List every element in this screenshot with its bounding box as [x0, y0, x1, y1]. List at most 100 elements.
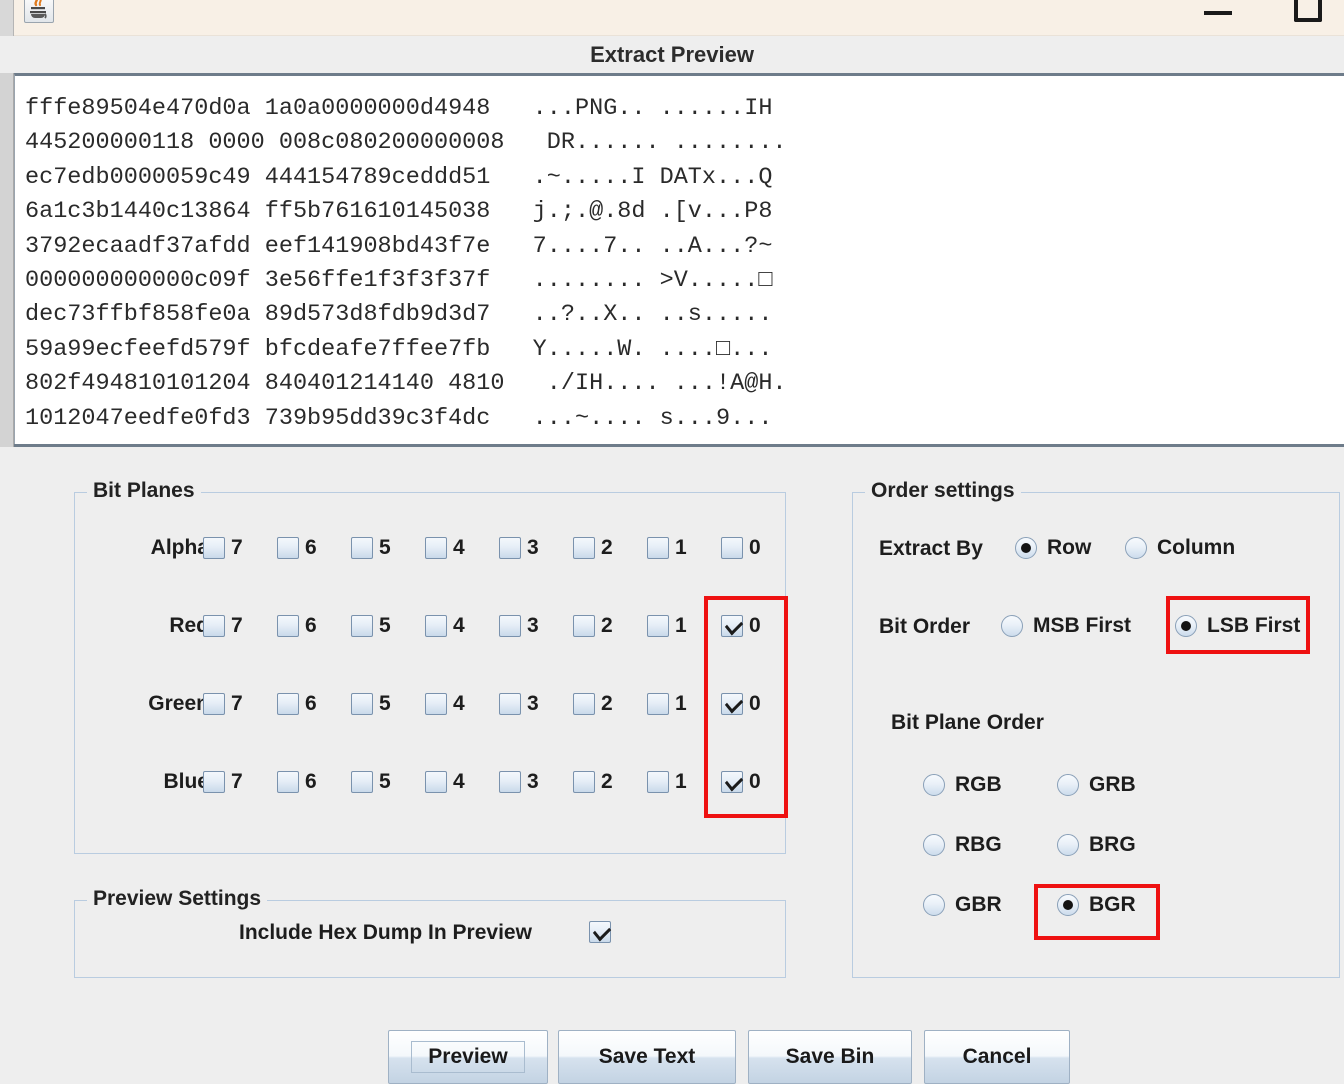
bit-number-label: 2 — [601, 614, 613, 637]
hex-preview-bottom-edge — [14, 444, 1344, 447]
cancel-button[interactable]: Cancel — [924, 1030, 1070, 1084]
bit-number-label: 5 — [379, 536, 391, 559]
bit-plane-cell-red-1: 1 — [647, 609, 721, 643]
checkbox-red-bit-2[interactable] — [573, 615, 595, 637]
bit-plane-cell-alpha-5: 5 — [351, 531, 425, 565]
checkbox-green-bit-6[interactable] — [277, 693, 299, 715]
radio-icon[interactable] — [1015, 537, 1037, 559]
checkbox-blue-bit-2[interactable] — [573, 771, 595, 793]
bit-number-label: 4 — [453, 614, 465, 637]
bit-plane-cell-red-0: 0 — [721, 609, 795, 643]
checkbox-red-bit-5[interactable] — [351, 615, 373, 637]
radio-icon[interactable] — [1175, 615, 1197, 637]
bit-plane-cell-green-7: 7 — [203, 687, 277, 721]
checkbox-blue-bit-0[interactable] — [721, 771, 743, 793]
radio-icon[interactable] — [1057, 894, 1079, 916]
bit-number-label: 7 — [231, 536, 243, 559]
checkbox-red-bit-7[interactable] — [203, 615, 225, 637]
radio-icon[interactable] — [923, 774, 945, 796]
checkbox-blue-bit-3[interactable] — [499, 771, 521, 793]
checkbox-alpha-bit-1[interactable] — [647, 537, 669, 559]
checkbox-green-bit-7[interactable] — [203, 693, 225, 715]
bit-plane-channel-label: Green — [148, 692, 209, 715]
checkbox-alpha-bit-3[interactable] — [499, 537, 521, 559]
include-hex-dump-checkbox[interactable] — [589, 921, 611, 943]
hex-line: 000000000000c09f 3e56ffe1f3f3f37f ......… — [25, 267, 773, 295]
checkbox-green-bit-3[interactable] — [499, 693, 521, 715]
radio-label: LSB First — [1207, 614, 1301, 637]
bit-order-label: Bit Order — [879, 615, 971, 638]
hex-line: 1012047eedfe0fd3 739b95dd39c3f4dc ...~..… — [25, 404, 773, 432]
radio-icon[interactable] — [923, 894, 945, 916]
bit-plane-channel-label: Blue — [163, 770, 209, 793]
checkbox-alpha-bit-4[interactable] — [425, 537, 447, 559]
radio-icon[interactable] — [1057, 834, 1079, 856]
checkbox-green-bit-5[interactable] — [351, 693, 373, 715]
bit-number-label: 4 — [453, 770, 465, 793]
checkbox-blue-bit-4[interactable] — [425, 771, 447, 793]
bit-number-label: 3 — [527, 770, 539, 793]
bit-plane-cell-green-2: 2 — [573, 687, 647, 721]
bit-number-label: 6 — [305, 770, 317, 793]
bit-number-label: 3 — [527, 614, 539, 637]
save-text-button[interactable]: Save Text — [558, 1030, 736, 1084]
extract-by-label: Extract By — [879, 537, 983, 560]
bit-plane-cell-alpha-3: 3 — [499, 531, 573, 565]
checkbox-blue-bit-5[interactable] — [351, 771, 373, 793]
radio-label: Row — [1047, 536, 1092, 559]
minimize-button[interactable] — [1198, 2, 1238, 24]
bit-plane-row-blue: Blue 7 6 5 4 3 2 1 0 — [75, 765, 787, 799]
checkbox-blue-bit-7[interactable] — [203, 771, 225, 793]
bit-plane-cell-blue-0: 0 — [721, 765, 795, 799]
bit-plane-cell-blue-4: 4 — [425, 765, 499, 799]
checkbox-red-bit-6[interactable] — [277, 615, 299, 637]
checkbox-green-bit-0[interactable] — [721, 693, 743, 715]
bit-number-label: 3 — [527, 536, 539, 559]
checkbox-alpha-bit-2[interactable] — [573, 537, 595, 559]
checkbox-red-bit-4[interactable] — [425, 615, 447, 637]
checkbox-blue-bit-6[interactable] — [277, 771, 299, 793]
checkbox-red-bit-1[interactable] — [647, 615, 669, 637]
checkbox-blue-bit-1[interactable] — [647, 771, 669, 793]
window-titlebar — [0, 0, 1344, 36]
bit-number-label: 1 — [675, 614, 687, 637]
radio-icon[interactable] — [1001, 615, 1023, 637]
hex-preview-left-gutter — [0, 73, 14, 447]
hex-line: 445200000118 0000 008c080200000008 DR...… — [25, 129, 787, 157]
radio-label: Column — [1157, 536, 1236, 559]
hex-line: dec73ffbf858fe0a 89d573d8fdb9d3d7 ..?..X… — [25, 301, 773, 329]
bit-number-label: 1 — [675, 536, 687, 559]
bit-number-label: 7 — [231, 692, 243, 715]
radio-icon[interactable] — [1125, 537, 1147, 559]
java-coffee-cup-icon — [24, 0, 54, 23]
hex-preview-textarea[interactable]: fffe89504e470d0a 1a0a0000000d4948 ...PNG… — [14, 73, 1344, 447]
bit-plane-cell-green-3: 3 — [499, 687, 573, 721]
bit-plane-cell-red-2: 2 — [573, 609, 647, 643]
checkbox-red-bit-3[interactable] — [499, 615, 521, 637]
bit-number-label: 5 — [379, 770, 391, 793]
bit-number-label: 2 — [601, 692, 613, 715]
checkbox-red-bit-0[interactable] — [721, 615, 743, 637]
checkbox-alpha-bit-5[interactable] — [351, 537, 373, 559]
checkbox-green-bit-4[interactable] — [425, 693, 447, 715]
bit-plane-cell-green-0: 0 — [721, 687, 795, 721]
bit-plane-cell-red-4: 4 — [425, 609, 499, 643]
checkbox-alpha-bit-7[interactable] — [203, 537, 225, 559]
bit-plane-cell-green-6: 6 — [277, 687, 351, 721]
checkbox-green-bit-1[interactable] — [647, 693, 669, 715]
maximize-button[interactable] — [1294, 0, 1322, 22]
bit-plane-cell-green-4: 4 — [425, 687, 499, 721]
radio-icon[interactable] — [923, 834, 945, 856]
bit-number-label: 5 — [379, 614, 391, 637]
bit-plane-cell-alpha-0: 0 — [721, 531, 795, 565]
extract-preview-window: Extract Preview fffe89504e470d0a 1a0a000… — [0, 0, 1344, 1084]
include-hex-dump-label: Include Hex Dump In Preview — [239, 921, 532, 944]
bit-plane-cell-blue-1: 1 — [647, 765, 721, 799]
save-bin-button[interactable]: Save Bin — [748, 1030, 912, 1084]
checkbox-alpha-bit-6[interactable] — [277, 537, 299, 559]
checkbox-alpha-bit-0[interactable] — [721, 537, 743, 559]
radio-icon[interactable] — [1057, 774, 1079, 796]
checkbox-green-bit-2[interactable] — [573, 693, 595, 715]
bit-number-label: 0 — [749, 614, 761, 637]
preview-button[interactable]: Preview — [388, 1030, 548, 1084]
